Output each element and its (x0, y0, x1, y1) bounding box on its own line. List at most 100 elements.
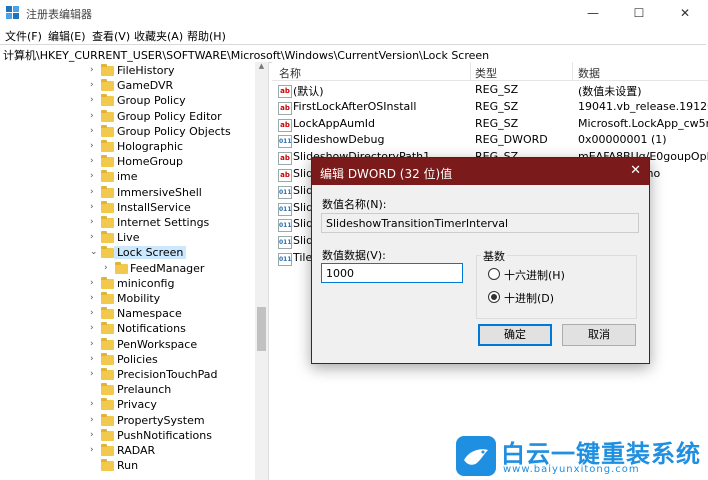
chevron-right-icon[interactable]: › (90, 232, 100, 242)
column-divider[interactable] (572, 62, 573, 80)
chevron-right-icon[interactable]: › (90, 369, 100, 379)
tree-item[interactable]: › PropertySystem (0, 413, 255, 429)
chevron-right-icon[interactable]: › (90, 156, 100, 166)
tree-item-label: Run (117, 459, 139, 473)
key-tree[interactable]: › FileHistory › GameDVR › Group Policy › Group … (0, 62, 269, 480)
folder-icon (101, 216, 114, 228)
folder-icon (101, 109, 114, 122)
tree-item[interactable]: › Internet Settings (0, 216, 255, 231)
table-row[interactable]: ab LockAppAumId REG_SZ Microsoft.LockApp_cw… (272, 116, 708, 133)
chevron-right-icon[interactable]: › (90, 202, 100, 212)
tree-item[interactable]: › PushNotifications (0, 428, 255, 444)
tree-item[interactable]: › RADAR (0, 444, 255, 459)
chevron-right-icon[interactable]: › (90, 187, 100, 197)
tree-item[interactable]: Run (0, 459, 255, 474)
tree-item[interactable]: › Notifications (0, 322, 255, 337)
chevron-right-icon[interactable]: › (90, 80, 100, 90)
chevron-right-icon[interactable]: › (90, 111, 100, 121)
menu-favorites[interactable]: 收藏夹(A) (134, 28, 183, 44)
minimize-button[interactable]: — (570, 0, 616, 26)
folder-icon (101, 337, 114, 350)
tree-scroll-thumb[interactable] (257, 307, 266, 351)
chevron-right-icon[interactable]: › (90, 308, 100, 318)
tree-item-label: PushNotifications (117, 428, 212, 442)
edit-dword-dialog: 编辑 DWORD (32 位)值 ✕ 数值名称(N): SlideshowTra… (311, 157, 650, 364)
tree-item-label: GameDVR (117, 79, 174, 93)
tree-item[interactable]: › FileHistory (0, 64, 255, 79)
chevron-right-icon[interactable]: › (90, 415, 100, 425)
binary-value-icon: 011 (278, 202, 292, 216)
tree-item[interactable]: › Mobility (0, 292, 255, 307)
tree-item[interactable]: › PenWorkspace (0, 337, 255, 353)
tree-item[interactable]: › Group Policy Editor (0, 109, 255, 125)
tree-item[interactable]: › miniconfig (0, 276, 255, 292)
chevron-right-icon[interactable]: › (90, 278, 100, 288)
tree-item[interactable]: › Privacy (0, 398, 255, 413)
chevron-right-icon[interactable]: › (90, 445, 100, 455)
tree-item[interactable]: › ime (0, 170, 255, 185)
hex-radio-label[interactable]: 十六进制(H) (504, 267, 565, 283)
chevron-right-icon[interactable]: › (90, 217, 100, 227)
column-type[interactable]: 类型 (475, 65, 497, 81)
tree-item[interactable]: › InstallService (0, 200, 255, 216)
tree-item-label: Group Policy (117, 94, 186, 108)
string-value-icon: ab (278, 85, 292, 98)
chevron-down-icon[interactable]: ⌄ (90, 247, 100, 257)
chevron-right-icon[interactable]: › (90, 126, 100, 136)
menu-file[interactable]: 文件(F) (5, 28, 42, 44)
tree-item[interactable]: › Group Policy Objects (0, 124, 255, 140)
chevron-right-icon[interactable]: › (90, 430, 100, 440)
tree-item[interactable]: › Namespace (0, 307, 255, 322)
chevron-right-icon[interactable]: › (90, 95, 100, 105)
menu-edit[interactable]: 编辑(E) (48, 28, 86, 44)
tree-item[interactable]: › HomeGroup (0, 155, 255, 170)
tree-scrollbar[interactable]: ▲ (255, 62, 268, 480)
value-data-input[interactable]: 1000 (321, 263, 463, 283)
menu-view[interactable]: 查看(V) (92, 28, 130, 44)
value-type: REG_SZ (475, 83, 519, 96)
tree-item[interactable]: ⌄ Lock Screen (0, 246, 255, 261)
chevron-right-icon[interactable]: › (90, 141, 100, 151)
chevron-right-icon[interactable]: › (90, 293, 100, 303)
tree-item[interactable]: › FeedManager (0, 261, 255, 277)
scroll-up-arrow-icon[interactable]: ▲ (255, 62, 268, 75)
column-name[interactable]: 名称 (279, 65, 301, 81)
tree-item[interactable]: › GameDVR (0, 79, 255, 94)
chevron-right-icon[interactable]: › (90, 339, 100, 349)
tree-item-label: PropertySystem (117, 413, 205, 427)
maximize-button[interactable]: ☐ (616, 0, 662, 26)
hex-radio[interactable] (488, 268, 500, 280)
column-data[interactable]: 数据 (578, 65, 600, 81)
chevron-right-icon[interactable]: › (104, 263, 114, 273)
table-row[interactable]: ab (默认) REG_SZ (数值未设置) (272, 82, 708, 99)
tree-item[interactable]: Prelaunch (0, 383, 255, 398)
tree-item[interactable]: › ImmersiveShell (0, 185, 255, 201)
value-data: 0x00000001 (1) (578, 133, 667, 147)
chevron-right-icon[interactable]: › (90, 399, 100, 409)
table-row[interactable]: ab FirstLockAfterOSInstall REG_SZ 19041.vb_… (272, 99, 708, 116)
dialog-close-icon[interactable]: ✕ (630, 163, 641, 178)
folder-icon (101, 322, 114, 335)
base-label: 基数 (481, 248, 507, 264)
tree-item[interactable]: › Holographic (0, 140, 255, 155)
dec-radio[interactable] (488, 291, 500, 303)
dec-radio-label[interactable]: 十进制(D) (504, 290, 554, 306)
chevron-right-icon[interactable]: › (90, 171, 100, 181)
chevron-right-icon[interactable]: › (90, 323, 100, 333)
cancel-button[interactable]: 取消 (562, 324, 636, 346)
value-name: LockAppAumId (293, 116, 376, 130)
tree-item-label: ime (117, 170, 138, 184)
tree-item[interactable]: › Group Policy (0, 94, 255, 109)
ok-button[interactable]: 确定 (478, 324, 552, 346)
tree-item[interactable]: › Live (0, 231, 255, 246)
address-bar[interactable]: 计算机\HKEY_CURRENT_USER\SOFTWARE\Microsoft… (0, 44, 706, 63)
tree-item[interactable]: › Policies (0, 352, 255, 368)
table-row[interactable]: 011 SlideshowDebug REG_DWORD 0x00000001 (1) (272, 132, 708, 149)
column-divider[interactable] (470, 62, 471, 80)
chevron-right-icon[interactable]: › (90, 354, 100, 364)
close-window-button[interactable]: ✕ (662, 0, 708, 26)
tree-item[interactable]: › PrecisionTouchPad (0, 368, 255, 383)
chevron-right-icon[interactable]: › (90, 65, 100, 75)
value-name: SlideshowDebug (293, 133, 385, 147)
menu-help[interactable]: 帮助(H) (187, 28, 226, 44)
